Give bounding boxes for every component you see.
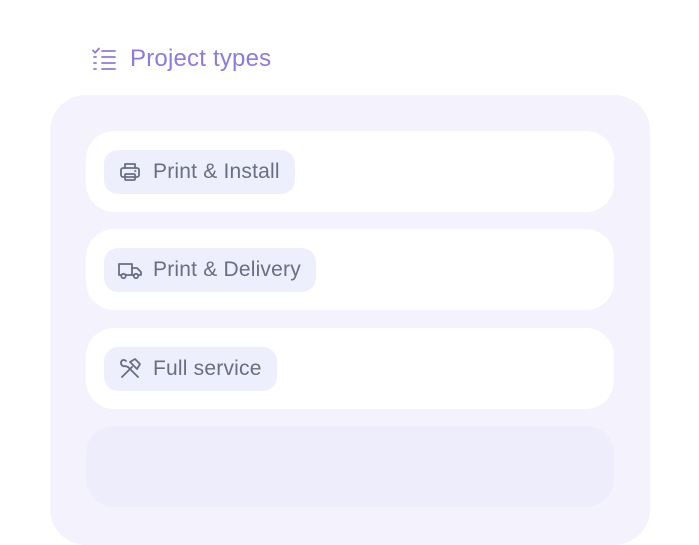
printer-icon xyxy=(117,159,143,185)
project-type-card: Full service xyxy=(86,328,614,409)
section-title: Project types xyxy=(130,45,272,72)
section-header: Project types xyxy=(90,40,271,78)
project-type-label: Full service xyxy=(153,356,262,380)
project-type-card: Print & Install xyxy=(86,131,614,212)
checklist-icon xyxy=(90,45,118,73)
project-type-chip-print-delivery[interactable]: Print & Delivery xyxy=(104,247,316,292)
tools-icon xyxy=(117,356,143,382)
project-types-panel: Print & Install Print & Delivery Full se… xyxy=(50,95,650,545)
project-type-chip-print-install[interactable]: Print & Install xyxy=(104,149,295,194)
project-type-label: Print & Delivery xyxy=(153,257,301,281)
empty-placeholder-card xyxy=(86,426,614,507)
truck-icon xyxy=(117,257,143,283)
project-type-chip-full-service[interactable]: Full service xyxy=(104,346,277,391)
project-type-card: Print & Delivery xyxy=(86,229,614,310)
project-type-label: Print & Install xyxy=(153,159,280,183)
